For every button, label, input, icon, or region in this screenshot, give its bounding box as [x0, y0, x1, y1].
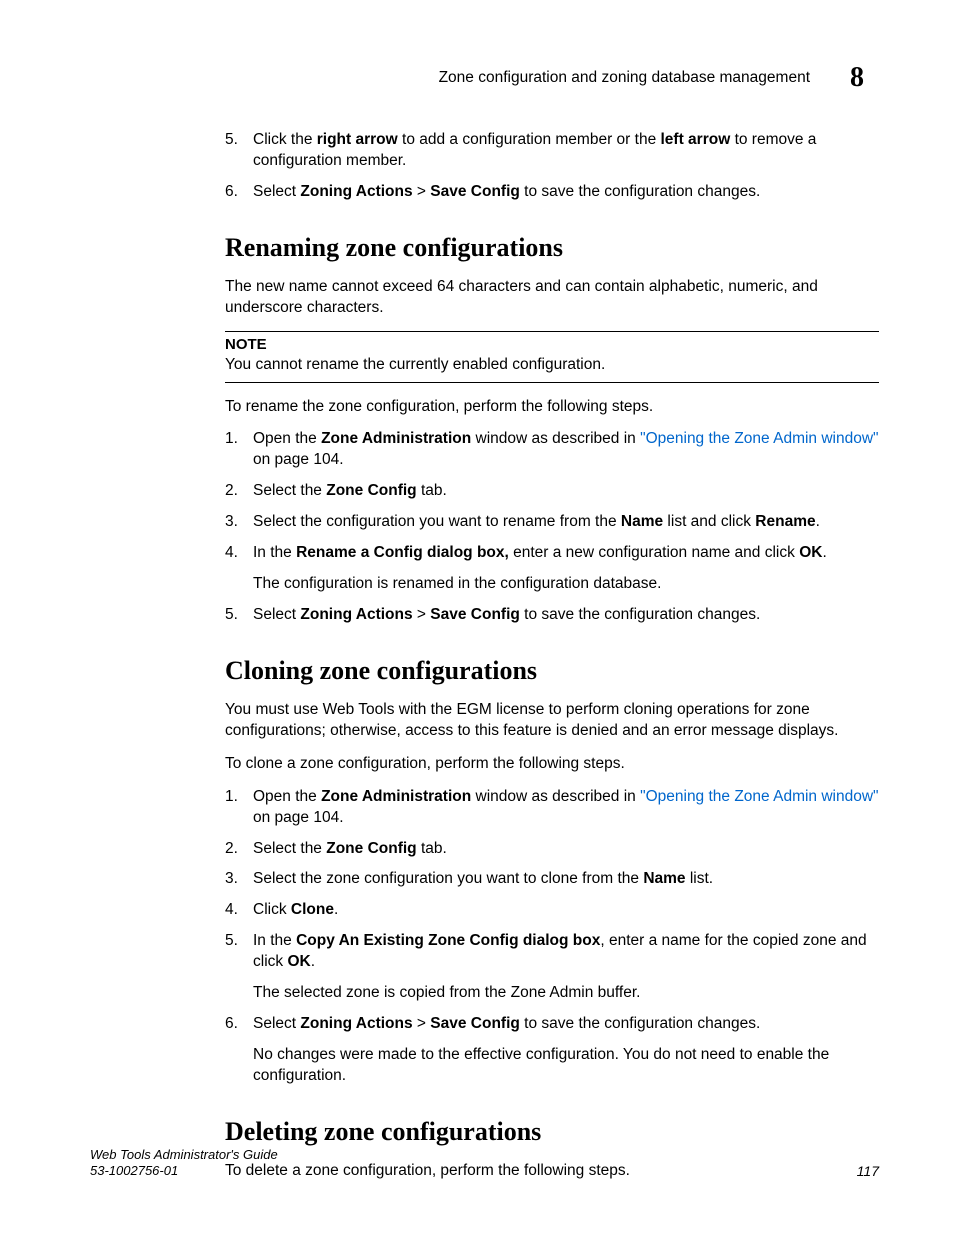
step-number: 6.: [225, 1014, 238, 1035]
footer-doc-title: Web Tools Administrator's Guide: [90, 1147, 278, 1163]
page: Zone configuration and zoning database m…: [0, 0, 954, 1235]
step-text: Click Clone.: [253, 901, 338, 918]
list-item: 4. Click Clone.: [225, 900, 879, 921]
step-text: Select the Zone Config tab.: [253, 482, 447, 499]
heading-deleting: Deleting zone configurations: [225, 1117, 879, 1147]
step-text: In the Rename a Config dialog box, enter…: [253, 544, 827, 561]
heading-renaming: Renaming zone configurations: [225, 233, 879, 263]
step-text: Select the Zone Config tab.: [253, 840, 447, 857]
step-number: 4.: [225, 543, 238, 564]
cloning-lead: To clone a zone configuration, perform t…: [225, 754, 879, 775]
list-item: 6. Select Zoning Actions > Save Config t…: [225, 182, 879, 203]
list-item: 2. Select the Zone Config tab.: [225, 481, 879, 502]
intro-steps: 5. Click the right arrow to add a config…: [225, 130, 879, 203]
section-header-title: Zone configuration and zoning database m…: [439, 69, 810, 87]
step-text: Select the zone configuration you want t…: [253, 870, 713, 887]
step-text: Click the right arrow to add a configura…: [253, 131, 816, 169]
page-number: 117: [857, 1163, 879, 1179]
step-follow: The configuration is renamed in the conf…: [253, 574, 879, 595]
renaming-steps: 1. Open the Zone Administration window a…: [225, 429, 879, 625]
step-text: Open the Zone Administration window as d…: [253, 430, 879, 468]
cloning-intro: You must use Web Tools with the EGM lice…: [225, 700, 879, 742]
note-body: You cannot rename the currently enabled …: [225, 355, 879, 376]
renaming-lead: To rename the zone configuration, perfor…: [225, 397, 879, 418]
list-item: 5. Select Zoning Actions > Save Config t…: [225, 605, 879, 626]
step-number: 4.: [225, 900, 238, 921]
note-title: NOTE: [225, 336, 879, 353]
page-content: 5. Click the right arrow to add a config…: [225, 130, 879, 1194]
step-text: In the Copy An Existing Zone Config dial…: [253, 932, 867, 970]
header-row: Zone configuration and zoning database m…: [90, 62, 864, 94]
step-number: 3.: [225, 512, 238, 533]
list-item: 6. Select Zoning Actions > Save Config t…: [225, 1014, 879, 1087]
step-follow: The selected zone is copied from the Zon…: [253, 983, 879, 1004]
step-text: Open the Zone Administration window as d…: [253, 788, 879, 826]
footer-doc-number: 53-1002756-01: [90, 1163, 278, 1179]
step-number: 5.: [225, 931, 238, 952]
step-number: 3.: [225, 869, 238, 890]
heading-cloning: Cloning zone configurations: [225, 656, 879, 686]
step-text: Select Zoning Actions > Save Config to s…: [253, 183, 760, 200]
page-header: Zone configuration and zoning database m…: [0, 62, 954, 94]
list-item: 5. In the Copy An Existing Zone Config d…: [225, 931, 879, 1004]
list-item: 4. In the Rename a Config dialog box, en…: [225, 543, 879, 595]
step-number: 5.: [225, 605, 238, 626]
note-box: NOTE You cannot rename the currently ena…: [225, 331, 879, 383]
list-item: 3. Select the zone configuration you wan…: [225, 869, 879, 890]
cloning-steps: 1. Open the Zone Administration window a…: [225, 787, 879, 1087]
step-number: 5.: [225, 130, 238, 151]
list-item: 1. Open the Zone Administration window a…: [225, 429, 879, 471]
renaming-intro: The new name cannot exceed 64 characters…: [225, 277, 879, 319]
step-text: Select Zoning Actions > Save Config to s…: [253, 1015, 760, 1032]
page-footer: Web Tools Administrator's Guide 53-10027…: [90, 1147, 879, 1180]
step-number: 6.: [225, 182, 238, 203]
step-text: Select the configuration you want to ren…: [253, 513, 820, 530]
list-item: 2. Select the Zone Config tab.: [225, 839, 879, 860]
list-item: 1. Open the Zone Administration window a…: [225, 787, 879, 829]
step-number: 1.: [225, 787, 238, 808]
link-open-zone-admin[interactable]: "Opening the Zone Admin window": [640, 430, 878, 447]
step-text: Select Zoning Actions > Save Config to s…: [253, 606, 760, 623]
step-number: 1.: [225, 429, 238, 450]
step-number: 2.: [225, 481, 238, 502]
step-follow: No changes were made to the effective co…: [253, 1045, 879, 1087]
link-open-zone-admin[interactable]: "Opening the Zone Admin window": [640, 788, 878, 805]
chapter-number: 8: [850, 62, 864, 94]
step-number: 2.: [225, 839, 238, 860]
list-item: 5. Click the right arrow to add a config…: [225, 130, 879, 172]
list-item: 3. Select the configuration you want to …: [225, 512, 879, 533]
footer-left: Web Tools Administrator's Guide 53-10027…: [90, 1147, 278, 1180]
